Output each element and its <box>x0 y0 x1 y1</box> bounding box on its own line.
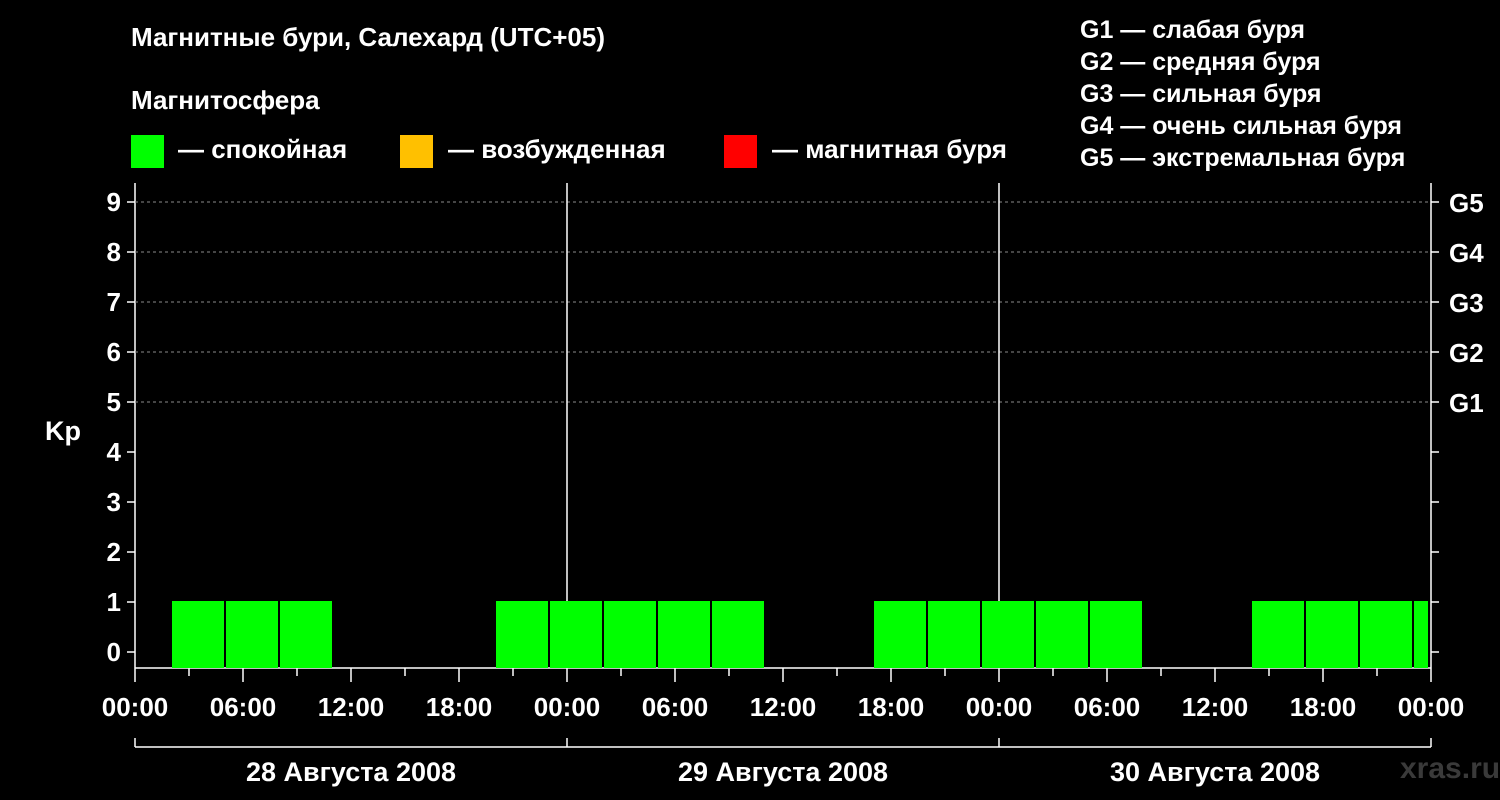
kp-bar <box>496 601 548 668</box>
g-level-label: G2 <box>1449 338 1484 368</box>
day-label: 30 Августа 2008 <box>1110 757 1320 787</box>
kp-bar <box>712 601 764 668</box>
kp-bar <box>604 601 656 668</box>
y-axis-label: Kp <box>45 416 81 446</box>
x-tick-label: 12:00 <box>318 692 385 722</box>
kp-bar <box>550 601 602 668</box>
g-level-label: G3 <box>1449 288 1484 318</box>
x-tick-label: 12:00 <box>750 692 817 722</box>
x-tick-label: 18:00 <box>858 692 925 722</box>
kp-bar <box>658 601 710 668</box>
kp-bar <box>1036 601 1088 668</box>
y-tick-label: 6 <box>107 337 121 367</box>
x-tick-label: 12:00 <box>1182 692 1249 722</box>
g-level-label: G4 <box>1449 238 1484 268</box>
x-tick-label: 06:00 <box>642 692 709 722</box>
x-tick-label: 18:00 <box>1290 692 1357 722</box>
x-tick-label: 00:00 <box>966 692 1033 722</box>
y-tick-label: 5 <box>107 387 121 417</box>
watermark: xras.ru <box>1400 752 1500 785</box>
x-tick-label: 18:00 <box>426 692 493 722</box>
kp-bar <box>982 601 1034 668</box>
y-tick-label: 2 <box>107 537 121 567</box>
kp-bar <box>172 601 224 668</box>
kp-bar <box>928 601 980 668</box>
x-tick-label: 06:00 <box>210 692 277 722</box>
day-label: 29 Августа 2008 <box>678 757 888 787</box>
x-tick-label: 06:00 <box>1074 692 1141 722</box>
y-tick-label: 3 <box>107 487 121 517</box>
kp-bar <box>1252 601 1304 668</box>
y-tick-label: 8 <box>107 237 121 267</box>
g-level-label: G5 <box>1449 188 1484 218</box>
kp-bar <box>1414 601 1428 668</box>
kp-bar <box>280 601 332 668</box>
y-tick-label: 9 <box>107 187 121 217</box>
y-tick-label: 0 <box>107 637 121 667</box>
kp-bar <box>1360 601 1412 668</box>
g-level-label: G1 <box>1449 388 1484 418</box>
x-tick-label: 00:00 <box>534 692 601 722</box>
day-label: 28 Августа 2008 <box>246 757 456 787</box>
kp-bar <box>1306 601 1358 668</box>
kp-chart: 0 1 2 3 4 5 6 7 8 9 G1 G2 G3 G4 G5 Kp 00:00 06:00 12:00 18:… <box>45 183 1484 787</box>
y-tick-label: 4 <box>107 437 122 467</box>
x-tick-label: 00:00 <box>102 692 169 722</box>
y-tick-label: 1 <box>107 587 121 617</box>
kp-bar <box>226 601 278 668</box>
x-tick-label: 00:00 <box>1398 692 1465 722</box>
kp-bar <box>874 601 926 668</box>
kp-bar <box>1090 601 1142 668</box>
y-tick-label: 7 <box>107 287 121 317</box>
